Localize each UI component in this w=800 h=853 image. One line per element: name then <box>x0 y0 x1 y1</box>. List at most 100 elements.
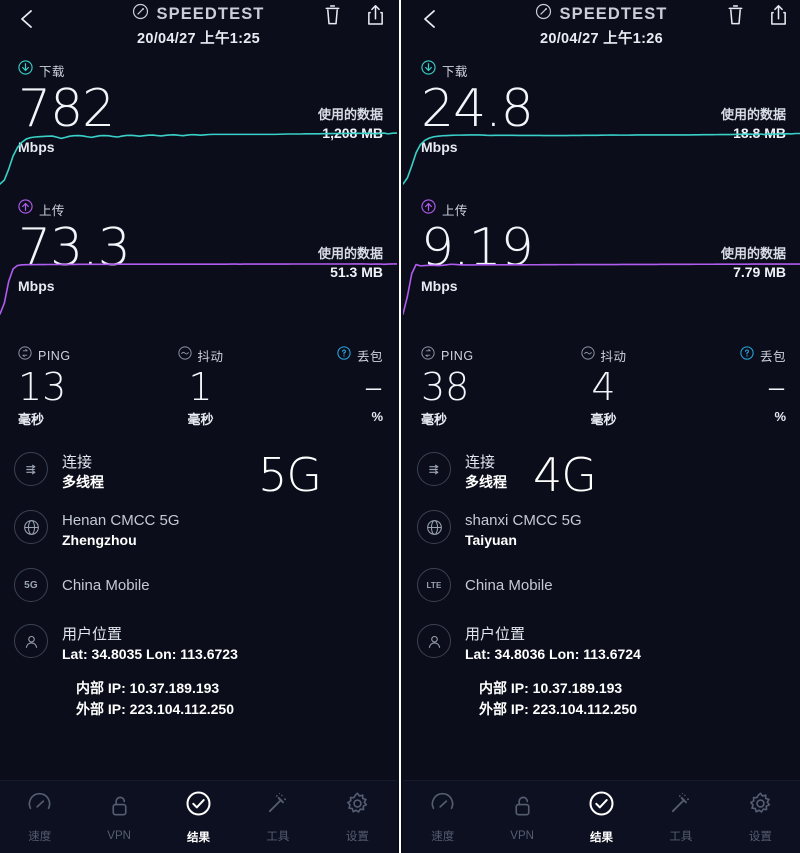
dual-screenshot-container: SPEEDTEST 20/04/27 上午1:25 下载 782 Mbps 使用… <box>0 0 800 853</box>
network-type-icon: 5G <box>14 568 48 602</box>
location-row: 用户位置 Lat: 34.8036 Lon: 113.6724 <box>417 624 786 664</box>
connection-title: 连接 <box>62 454 93 471</box>
location-title: 用户位置 <box>465 626 526 643</box>
jitter-icon <box>580 346 595 365</box>
stat-ping: PING 38 毫秒 <box>421 346 543 428</box>
speedometer-icon <box>430 791 455 821</box>
magic-wand-icon <box>265 791 290 821</box>
gear-icon <box>748 791 773 821</box>
packet-loss-label: 丢包 <box>357 350 384 364</box>
location-coords: Lat: 34.8036 Lon: 113.6724 <box>465 646 641 662</box>
nav-item-results[interactable]: 结果 <box>562 790 641 845</box>
ping-label: PING <box>38 348 71 363</box>
carrier-name: China Mobile <box>62 577 150 594</box>
network-type-badge: 5G <box>258 448 322 502</box>
jitter-label: 抖动 <box>197 350 224 364</box>
help-icon[interactable] <box>337 346 351 365</box>
isp-row: Henan CMCC 5G Zhengzhou <box>14 510 383 550</box>
nav-item-tools[interactable]: 工具 <box>641 791 720 844</box>
internal-ip-label: 内部 IP: <box>76 680 126 696</box>
carrier-row: LTE China Mobile <box>417 568 786 602</box>
nav-item-vpn[interactable]: VPN <box>482 793 561 842</box>
speedometer-icon <box>132 3 149 25</box>
packet-loss-label: 丢包 <box>760 350 787 364</box>
external-ip-value: 223.104.112.250 <box>129 701 235 717</box>
app-header: SPEEDTEST 20/04/27 上午1:26 <box>403 0 800 56</box>
ping-value: 13 <box>18 365 67 409</box>
stat-jitter: 抖动 1 毫秒 <box>140 346 262 428</box>
isp-city: Zhengzhou <box>62 532 137 548</box>
nav-label-settings: 设置 <box>748 830 772 843</box>
speedtest-result-panel: SPEEDTEST 20/04/27 上午1:26 下载 24.8 Mbps 使… <box>403 0 800 853</box>
packet-loss-unit: % <box>371 409 384 424</box>
nav-item-settings[interactable]: 设置 <box>721 791 800 844</box>
jitter-icon <box>177 346 192 365</box>
stats-row: PING 38 毫秒 抖动 4 毫秒 丢包 – % <box>403 346 800 428</box>
nav-label-tools: 工具 <box>669 830 693 843</box>
packet-loss-unit: % <box>774 409 787 424</box>
help-icon[interactable] <box>740 346 754 365</box>
upload-graph <box>403 248 800 316</box>
speedometer-icon <box>535 3 552 25</box>
external-ip-label: 外部 IP: <box>479 701 529 717</box>
nav-label-vpn: VPN <box>107 829 131 842</box>
internal-ip: 内部 IP: 10.37.189.193 <box>76 678 383 699</box>
ip-block: 内部 IP: 10.37.189.193 外部 IP: 223.104.112.… <box>479 678 786 720</box>
nav-label-speed: 速度 <box>431 830 455 843</box>
info-section: 5G 连接 多线程 Henan CMCC 5G Zhengzhou 5G Chi… <box>0 446 397 720</box>
nav-item-speed[interactable]: 速度 <box>403 791 482 844</box>
test-timestamp: 20/04/27 上午1:26 <box>540 31 663 47</box>
ping-icon <box>421 346 435 365</box>
external-ip-label: 外部 IP: <box>76 701 126 717</box>
download-label: 下载 <box>442 64 468 79</box>
internal-ip: 内部 IP: 10.37.189.193 <box>479 678 786 699</box>
globe-icon <box>14 510 48 544</box>
nav-item-speed[interactable]: 速度 <box>0 791 79 844</box>
ip-block: 内部 IP: 10.37.189.193 外部 IP: 223.104.112.… <box>76 678 383 720</box>
network-type-badge: 4G <box>533 448 597 502</box>
app-header: SPEEDTEST 20/04/27 上午1:25 <box>0 0 397 56</box>
nav-label-tools: 工具 <box>266 830 290 843</box>
connection-title: 连接 <box>465 454 496 471</box>
stat-packet-loss: 丢包 – % <box>261 346 383 428</box>
ping-unit: 毫秒 <box>18 412 45 427</box>
carrier-badge-text: 5G <box>24 579 38 591</box>
download-graph <box>403 118 800 186</box>
network-type-icon: LTE <box>417 568 451 602</box>
internal-ip-value: 10.37.189.193 <box>129 680 220 696</box>
upload-label: 上传 <box>39 203 65 218</box>
check-circle-icon <box>588 790 615 822</box>
speedometer-icon <box>27 791 52 821</box>
download-arrow-icon <box>421 60 436 80</box>
connection-subtitle: 多线程 <box>465 474 507 490</box>
jitter-unit: 毫秒 <box>187 412 214 427</box>
speedtest-result-panel: SPEEDTEST 20/04/27 上午1:25 下载 782 Mbps 使用… <box>0 0 397 853</box>
connection-subtitle: 多线程 <box>62 474 104 490</box>
jitter-value: 4 <box>591 365 616 409</box>
info-section: 4G 连接 多线程 shanxi CMCC 5G Taiyuan LTE Chi… <box>403 446 800 720</box>
lock-icon <box>107 793 132 823</box>
isp-name: Henan CMCC 5G <box>62 512 180 529</box>
location-row: 用户位置 Lat: 34.8035 Lon: 113.6723 <box>14 624 383 664</box>
brand-name: SPEEDTEST <box>559 4 668 23</box>
nav-item-results[interactable]: 结果 <box>159 790 238 845</box>
ping-label: PING <box>441 348 474 363</box>
nav-label-speed: 速度 <box>28 830 52 843</box>
test-timestamp: 20/04/27 上午1:25 <box>137 31 260 47</box>
ping-unit: 毫秒 <box>421 412 448 427</box>
carrier-badge-text: LTE <box>426 580 442 590</box>
nav-item-vpn[interactable]: VPN <box>79 793 158 842</box>
multi-connection-icon <box>14 452 48 486</box>
magic-wand-icon <box>668 791 693 821</box>
isp-name: shanxi CMCC 5G <box>465 512 582 529</box>
nav-item-settings[interactable]: 设置 <box>318 791 397 844</box>
person-icon <box>417 624 451 658</box>
nav-item-tools[interactable]: 工具 <box>238 791 317 844</box>
upload-head: 上传 <box>421 199 800 219</box>
jitter-label: 抖动 <box>600 350 627 364</box>
jitter-unit: 毫秒 <box>590 412 617 427</box>
stats-row: PING 13 毫秒 抖动 1 毫秒 丢包 – % <box>0 346 397 428</box>
upload-graph <box>0 248 397 316</box>
external-ip: 外部 IP: 223.104.112.250 <box>76 699 383 720</box>
multi-connection-icon <box>417 452 451 486</box>
